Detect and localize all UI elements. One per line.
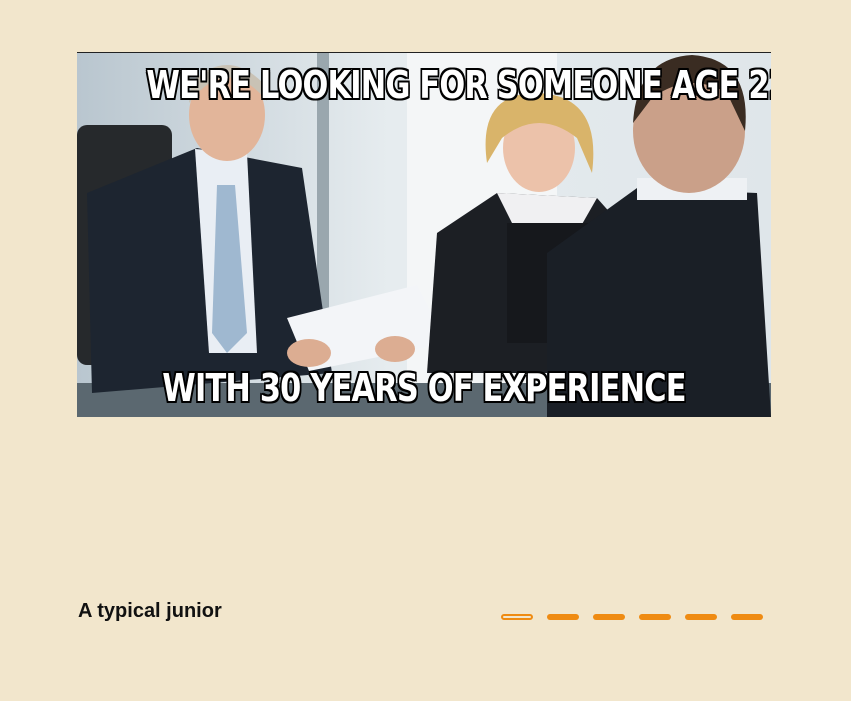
- pager-dot-3[interactable]: [593, 614, 625, 620]
- pager-dot-2[interactable]: [547, 614, 579, 620]
- meme-caption-bottom: WITH 30 YEARS OF EXPERIENCE: [162, 366, 686, 410]
- meme-caption-top: WE'RE LOOKING FOR SOMEONE AGE 22-26: [146, 63, 771, 107]
- slide-title: A typical junior: [78, 600, 222, 622]
- pager-dot-6[interactable]: [731, 614, 763, 620]
- pager-dot-4[interactable]: [639, 614, 671, 620]
- interview-photo: [77, 53, 771, 417]
- meme-image: WE'RE LOOKING FOR SOMEONE AGE 22-26 WITH…: [77, 52, 771, 417]
- pager-dot-1[interactable]: [501, 614, 533, 620]
- slide-pager: [501, 614, 763, 620]
- pager-dot-5[interactable]: [685, 614, 717, 620]
